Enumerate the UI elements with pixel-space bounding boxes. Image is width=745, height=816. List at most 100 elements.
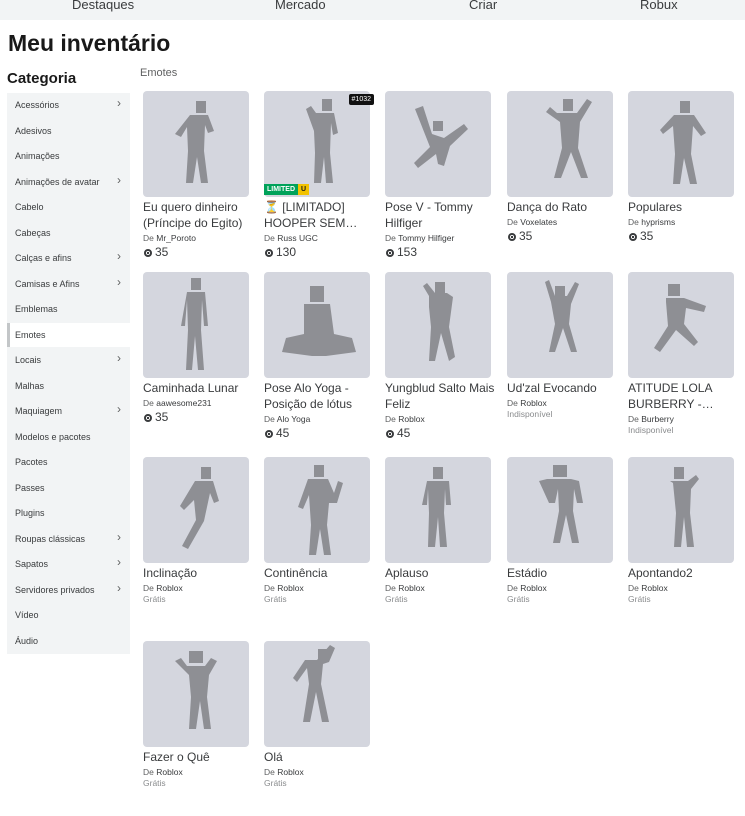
pose-icon [282,286,356,356]
item-name[interactable]: Fazer o Quê [143,749,253,765]
item-card[interactable]: Pose V - Tommy Hilfiger De Tommy Hilfiger… [385,91,495,266]
item-name[interactable]: Estádio [507,565,617,581]
nav-mercado[interactable]: Mercado [275,0,326,12]
item-thumbnail[interactable] [264,91,370,197]
item-thumbnail[interactable] [628,457,734,563]
robux-icon [265,249,273,257]
item-card[interactable]: Estádio De Roblox Grátis [507,457,617,632]
item-card[interactable]: #1032 LIMITED U ⏳ [LIMITADO] HOOPER SEM… De … [264,91,374,266]
item-name[interactable]: Pose Alo Yoga - Posição de lótus [264,380,374,412]
item-card[interactable]: Aplauso De Roblox Grátis [385,457,495,632]
sidebar-item-7[interactable]: Camisas e Afins › [7,272,130,296]
sidebar-item-0[interactable]: Acessórios › [7,93,130,117]
item-thumbnail[interactable] [507,272,613,378]
sidebar-item-16[interactable]: Plugins [7,501,130,525]
item-card[interactable]: ATITUDE LOLA BURBERRY -… De Burberry Indis… [628,272,738,447]
item-name[interactable]: Continência [264,565,374,581]
sidebar-item-15[interactable]: Passes [7,476,130,500]
sidebar-item-10[interactable]: Locais › [7,348,130,372]
creator-name[interactable]: Russ UGC [277,233,318,243]
creator-name[interactable]: Burberry [641,414,674,424]
sidebar-item-20[interactable]: Vídeo [7,603,130,627]
item-thumbnail[interactable] [628,91,734,197]
nav-robux[interactable]: Robux [640,0,678,12]
item-card[interactable]: Dança do Rato De Voxelates 35 [507,91,617,266]
item-name[interactable]: ⏳ [LIMITADO] HOOPER SEM… [264,199,374,231]
item-thumbnail[interactable] [143,641,249,747]
item-creator: De Roblox [507,583,547,593]
item-thumbnail[interactable] [143,91,249,197]
creator-name[interactable]: Roblox [277,767,303,777]
creator-name[interactable]: Alo Yoga [277,414,311,424]
sidebar-item-8[interactable]: Emblemas [7,297,130,321]
item-card[interactable]: Eu quero dinheiro (Príncipe do Egito) De … [143,91,253,266]
item-card[interactable]: Olá De Roblox Grátis [264,641,374,816]
item-thumbnail[interactable] [507,457,613,563]
sidebar-item-5[interactable]: Cabeças [7,221,130,245]
sidebar-item-14[interactable]: Pacotes [7,450,130,474]
creator-name[interactable]: Roblox [156,583,182,593]
item-card[interactable]: Ud'zal Evocando De Roblox Indisponível [507,272,617,447]
creator-prefix: De [385,233,396,243]
item-thumbnail[interactable] [385,272,491,378]
item-name[interactable]: Populares [628,199,738,215]
item-card[interactable]: Inclinação De Roblox Grátis [143,457,253,632]
item-name[interactable]: Dança do Rato [507,199,617,215]
item-name[interactable]: ATITUDE LOLA BURBERRY -… [628,380,738,412]
sidebar-item-4[interactable]: Cabelo [7,195,130,219]
sidebar-item-18[interactable]: Sapatos › [7,552,130,576]
item-name[interactable]: Olá [264,749,374,765]
item-name[interactable]: Pose V - Tommy Hilfiger [385,199,495,231]
sidebar-item-2[interactable]: Animações [7,144,130,168]
item-card[interactable]: Populares De hyprisms 35 [628,91,738,266]
creator-name[interactable]: Roblox [156,767,182,777]
item-thumbnail[interactable] [385,457,491,563]
item-name[interactable]: Ud'zal Evocando [507,380,617,396]
item-card[interactable]: Caminhada Lunar De aawesome231 35 [143,272,253,447]
creator-name[interactable]: Mr_Poroto [156,233,196,243]
chevron-right-icon: › [117,402,121,416]
item-thumbnail[interactable] [143,272,249,378]
creator-name[interactable]: Voxelates [520,217,557,227]
price-value: 45 [276,426,290,440]
item-card[interactable]: Continência De Roblox Grátis [264,457,374,632]
item-name[interactable]: Caminhada Lunar [143,380,253,396]
item-name[interactable]: Aplauso [385,565,495,581]
sidebar-item-11[interactable]: Malhas [7,374,130,398]
item-thumbnail[interactable] [385,91,491,197]
item-name[interactable]: Inclinação [143,565,253,581]
nav-criar[interactable]: Criar [469,0,497,12]
item-thumbnail[interactable] [628,272,734,378]
item-card[interactable]: Yungblud Salto Mais Feliz De Roblox 45 [385,272,495,447]
sidebar-item-19[interactable]: Servidores privados › [7,578,130,602]
item-thumbnail[interactable] [264,272,370,378]
creator-name[interactable]: Roblox [398,583,424,593]
item-card[interactable]: Pose Alo Yoga - Posição de lótus De Alo Y… [264,272,374,447]
item-name[interactable]: Yungblud Salto Mais Feliz [385,380,495,412]
sidebar-item-21[interactable]: Áudio [7,629,130,653]
item-thumbnail[interactable] [264,457,370,563]
item-thumbnail[interactable] [264,641,370,747]
sidebar-item-1[interactable]: Adesivos [7,119,130,143]
creator-name[interactable]: Roblox [641,583,667,593]
item-name[interactable]: Apontando2 [628,565,738,581]
sidebar-item-13[interactable]: Modelos e pacotes [7,425,130,449]
item-name[interactable]: Eu quero dinheiro (Príncipe do Egito) [143,199,253,231]
sidebar-item-3[interactable]: Animações de avatar › [7,170,130,194]
nav-destaques[interactable]: Destaques [72,0,134,12]
creator-name[interactable]: Roblox [520,583,546,593]
item-thumbnail[interactable] [507,91,613,197]
creator-name[interactable]: aawesome231 [156,398,211,408]
sidebar-item-12[interactable]: Maquiagem › [7,399,130,423]
creator-name[interactable]: Roblox [398,414,424,424]
sidebar-item-6[interactable]: Calças e afins › [7,246,130,270]
item-thumbnail[interactable] [143,457,249,563]
creator-name[interactable]: hyprisms [641,217,675,227]
item-card[interactable]: Fazer o Quê De Roblox Grátis [143,641,253,816]
creator-name[interactable]: Tommy Hilfiger [398,233,454,243]
sidebar-item-17[interactable]: Roupas clássicas › [7,527,130,551]
creator-name[interactable]: Roblox [520,398,546,408]
item-card[interactable]: Apontando2 De Roblox Grátis [628,457,738,632]
sidebar-item-9[interactable]: Emotes [7,323,130,347]
creator-name[interactable]: Roblox [277,583,303,593]
